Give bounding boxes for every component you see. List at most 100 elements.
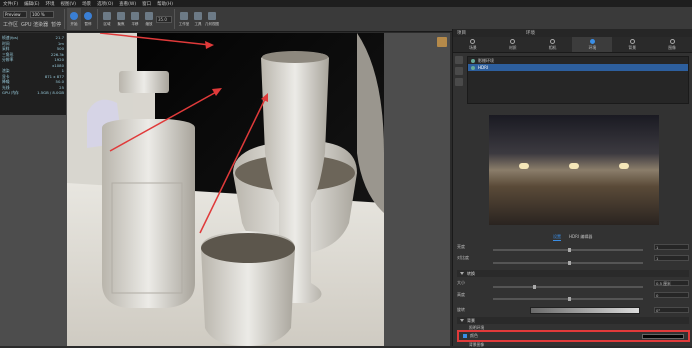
slider-handle[interactable] bbox=[568, 261, 571, 265]
delete-environment-icon[interactable] bbox=[455, 78, 463, 86]
slider-handle[interactable] bbox=[568, 297, 571, 301]
size-label: 大小 bbox=[457, 279, 465, 285]
pan-label: 平移 bbox=[131, 21, 139, 26]
rotation-gradient-bar[interactable] bbox=[530, 307, 640, 314]
image-icon bbox=[669, 38, 675, 44]
contrast-slider[interactable] bbox=[493, 261, 643, 265]
annotation-arrow bbox=[99, 33, 211, 46]
panel-header-section: 环境 bbox=[526, 31, 535, 36]
brightness-field[interactable]: 1 bbox=[654, 243, 689, 250]
tab-camera[interactable]: 相机 bbox=[533, 37, 573, 52]
tab-image[interactable]: 图像 bbox=[652, 37, 692, 52]
tools-button[interactable]: 工具 bbox=[191, 8, 205, 30]
environment-icon bbox=[471, 65, 475, 70]
height-slider[interactable] bbox=[493, 297, 643, 301]
subtab-settings[interactable]: 设置 bbox=[553, 234, 561, 241]
menu-item-window-view[interactable]: 查看(W) bbox=[119, 1, 136, 7]
menu-item-options[interactable]: 选项(O) bbox=[97, 1, 113, 7]
geometry-view-button[interactable]: 几何视图 bbox=[205, 8, 219, 30]
studio-label: 工作室 bbox=[178, 21, 190, 26]
list-item[interactable]: HDRI bbox=[468, 64, 688, 71]
size-row: 大小 0.5 厘米 bbox=[457, 279, 689, 286]
tab-environment-label: 环境 bbox=[588, 44, 597, 50]
panel-tabs: 场景 材质 相机 环境 背景 图像 bbox=[453, 37, 692, 53]
height-label: 高度 bbox=[457, 291, 465, 297]
menu-item-help[interactable]: 帮助(H) bbox=[157, 1, 173, 7]
size-field[interactable]: 0.5 厘米 bbox=[654, 279, 689, 286]
toolbar-separator bbox=[97, 9, 98, 29]
start-render-button[interactable]: 开始 bbox=[67, 8, 81, 30]
background-section[interactable]: 背景 bbox=[457, 317, 689, 324]
background-image-option[interactable]: 背景图像 bbox=[457, 341, 689, 348]
height-field[interactable]: 0 bbox=[654, 291, 689, 298]
toolbar-separator bbox=[64, 9, 65, 29]
workspace-label[interactable]: 工作区 bbox=[3, 21, 18, 28]
camera-icon bbox=[550, 38, 556, 44]
environment-list: 影棚环境 HDRI bbox=[467, 56, 689, 104]
brightness-slider[interactable] bbox=[493, 248, 643, 252]
hdri-light bbox=[619, 163, 629, 169]
resolution-select[interactable]: 100 % bbox=[30, 10, 54, 18]
menu-item-window[interactable]: 窗口 bbox=[142, 1, 151, 7]
height-row: 高度 0 bbox=[457, 291, 689, 298]
rotation-field[interactable]: 0° bbox=[654, 306, 689, 313]
tab-material[interactable]: 材质 bbox=[493, 37, 533, 52]
render-mode-select[interactable]: Preview bbox=[3, 10, 27, 18]
env-item-label: 影棚环境 bbox=[478, 57, 494, 63]
tab-background[interactable]: 背景 bbox=[612, 37, 652, 52]
fov-input[interactable]: 35.0 bbox=[156, 15, 172, 23]
rotation-label: 旋转 bbox=[457, 306, 465, 312]
duplicate-environment-icon[interactable] bbox=[455, 67, 463, 75]
chevron-down-icon bbox=[460, 319, 464, 322]
annotation-arrows bbox=[99, 33, 268, 234]
render-viewport[interactable]: 帧速(fps) 21.7 时间 1m 采样 500 三角形 226.3k 分辨率 1920… bbox=[0, 33, 450, 346]
panel-header: 项目 环境 bbox=[453, 29, 692, 37]
scene-icon bbox=[470, 38, 476, 44]
background-color-label: 颜色 bbox=[470, 333, 478, 338]
hdri-light bbox=[569, 163, 579, 169]
hdri-preview[interactable] bbox=[489, 115, 659, 225]
tab-scene-label: 场景 bbox=[469, 44, 477, 50]
panel-title: 项目 bbox=[457, 31, 466, 36]
region-button[interactable]: 区域 bbox=[100, 8, 114, 30]
tab-background-label: 背景 bbox=[628, 44, 637, 50]
slider-handle[interactable] bbox=[533, 285, 536, 289]
environment-side-tools bbox=[455, 56, 465, 86]
annotation-arrow bbox=[199, 96, 267, 234]
env-item-label: HDRI bbox=[478, 65, 489, 70]
focus-button[interactable]: 聚焦 bbox=[114, 8, 128, 30]
menu-item-scene[interactable]: 场景 bbox=[82, 1, 91, 7]
gpu-renderer-label[interactable]: GPU 渲染器 bbox=[21, 21, 48, 28]
contrast-field[interactable]: 1 bbox=[654, 254, 689, 261]
environment-icon bbox=[589, 38, 595, 44]
studio-button[interactable]: 工作室 bbox=[177, 8, 191, 30]
list-item[interactable]: 影棚环境 bbox=[468, 57, 688, 64]
contrast-row: 对比度 1 bbox=[457, 254, 689, 261]
pan-button[interactable]: 平移 bbox=[128, 8, 142, 30]
size-slider[interactable] bbox=[493, 285, 643, 289]
viewport-settings-icon[interactable] bbox=[437, 37, 447, 47]
tab-scene[interactable]: 场景 bbox=[453, 37, 493, 52]
transform-section-title: 转换 bbox=[467, 270, 475, 276]
pause-label[interactable]: 暂停 bbox=[51, 21, 61, 28]
transform-section[interactable]: 转换 bbox=[457, 270, 689, 277]
tools-icon bbox=[194, 11, 202, 20]
start-render-label: 开始 bbox=[70, 21, 78, 26]
tab-image-label: 图像 bbox=[668, 44, 676, 50]
slider-handle[interactable] bbox=[568, 248, 571, 252]
contrast-label: 对比度 bbox=[457, 254, 469, 260]
subtab-hdri-editor[interactable]: HDRI 编辑器 bbox=[569, 234, 592, 241]
background-color-swatch[interactable] bbox=[642, 333, 684, 339]
color-radio[interactable] bbox=[463, 334, 467, 338]
annotation-arrow bbox=[109, 90, 219, 152]
focus-label: 聚焦 bbox=[117, 21, 125, 26]
tab-material-label: 材质 bbox=[508, 44, 517, 50]
zoom-button[interactable]: 缩放 bbox=[142, 8, 156, 30]
zoom-icon bbox=[145, 11, 153, 20]
pause-render-button[interactable]: 暂停 bbox=[81, 8, 95, 30]
tools-label: 工具 bbox=[194, 21, 202, 26]
menu-item-view[interactable]: 视图(V) bbox=[60, 1, 76, 7]
tab-environment[interactable]: 环境 bbox=[572, 37, 613, 52]
add-environment-icon[interactable] bbox=[455, 56, 463, 64]
geometry-view-label: 几何视图 bbox=[205, 21, 219, 26]
